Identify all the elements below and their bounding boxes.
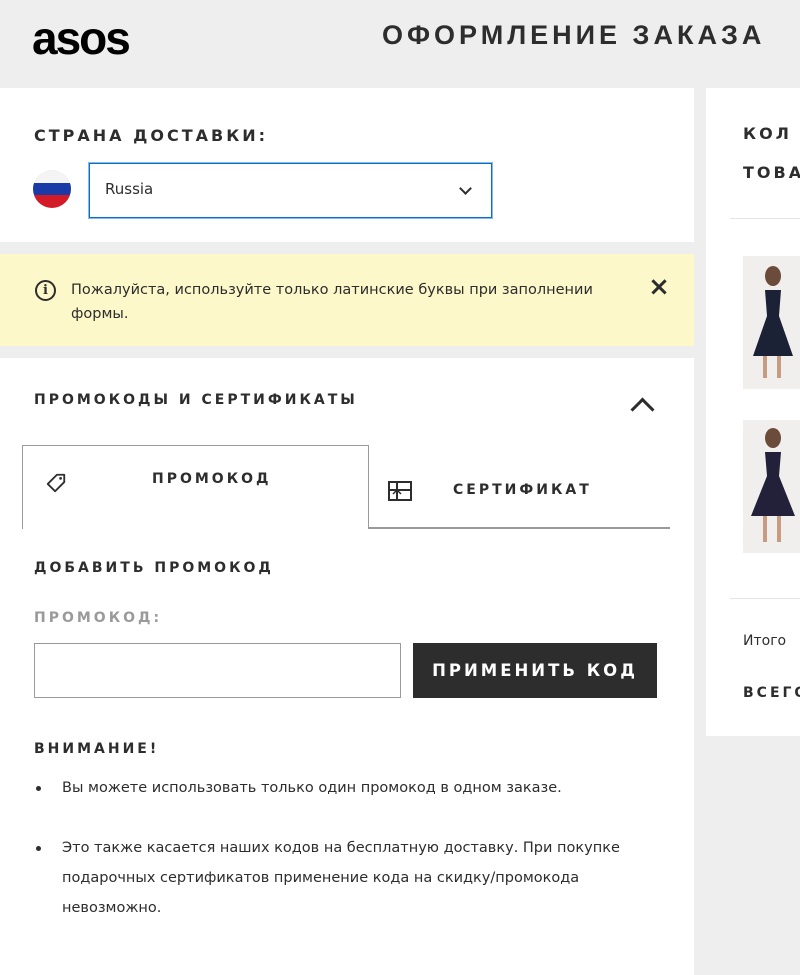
chevron-down-icon: [459, 182, 472, 195]
tab-certificate[interactable]: СЕРТИФИКАТ: [369, 445, 670, 529]
order-summary-panel: КОЛ ТОВА Итого ВСЕГО: [706, 88, 800, 736]
subtotal-label: Итого: [743, 633, 787, 649]
apply-code-button[interactable]: ПРИМЕНИТЬ КОД: [413, 643, 657, 698]
attention-title: ВНИМАНИЕ!: [34, 741, 160, 757]
country-select-value: Russia: [105, 180, 154, 198]
list-item: Вы можете использовать только один промо…: [34, 773, 654, 803]
promocode-field-label: ПРОМОКОД:: [34, 610, 163, 626]
tab-promocode[interactable]: ПРОМОКОД: [22, 445, 369, 529]
summary-divider: [730, 598, 800, 599]
promo-section-title: ПРОМОКОДЫ И СЕРТИФИКАТЫ: [34, 392, 358, 408]
product-thumbnail[interactable]: [743, 420, 800, 553]
add-promocode-title: ДОБАВИТЬ ПРОМОКОД: [34, 560, 274, 576]
dress-image-icon: [743, 420, 800, 553]
promocode-input[interactable]: [34, 643, 401, 698]
summary-divider: [730, 218, 800, 219]
country-select[interactable]: Russia: [89, 163, 492, 218]
latin-letters-notice: i Пожалуйста, используйте только латинск…: [0, 254, 694, 346]
delivery-country-title: СТРАНА ДОСТАВКИ:: [34, 126, 269, 145]
delivery-country-panel: СТРАНА ДОСТАВКИ: Russia: [0, 88, 694, 242]
close-icon[interactable]: ×: [646, 274, 672, 300]
summary-title-line2: ТОВА: [743, 163, 800, 182]
tag-icon: [46, 473, 66, 493]
page-title: ОФОРМЛЕНИЕ ЗАКАЗА: [382, 20, 766, 50]
notice-text: Пожалуйста, используйте только латинские…: [71, 282, 593, 322]
russia-flag-icon: [33, 170, 71, 208]
total-label: ВСЕГО: [743, 685, 800, 701]
promo-notes-list: Вы можете использовать только один промо…: [34, 773, 654, 953]
info-icon: i: [35, 280, 56, 301]
summary-title-line1: КОЛ: [743, 124, 792, 143]
chevron-up-icon[interactable]: [630, 397, 655, 422]
list-item: Это также касается наших кодов на беспла…: [34, 833, 654, 923]
tab-promocode-label: ПРОМОКОД: [152, 471, 272, 487]
header: asos ОФОРМЛЕНИЕ ЗАКАЗА: [0, 0, 800, 88]
gift-card-icon: [388, 481, 412, 501]
product-thumbnail[interactable]: [743, 256, 800, 389]
asos-logo[interactable]: asos: [32, 14, 131, 62]
dress-image-icon: [743, 256, 800, 389]
promo-panel: ПРОМОКОДЫ И СЕРТИФИКАТЫ ПРОМОКОД СЕРТИФИ…: [0, 358, 694, 975]
tab-certificate-label: СЕРТИФИКАТ: [453, 482, 592, 498]
